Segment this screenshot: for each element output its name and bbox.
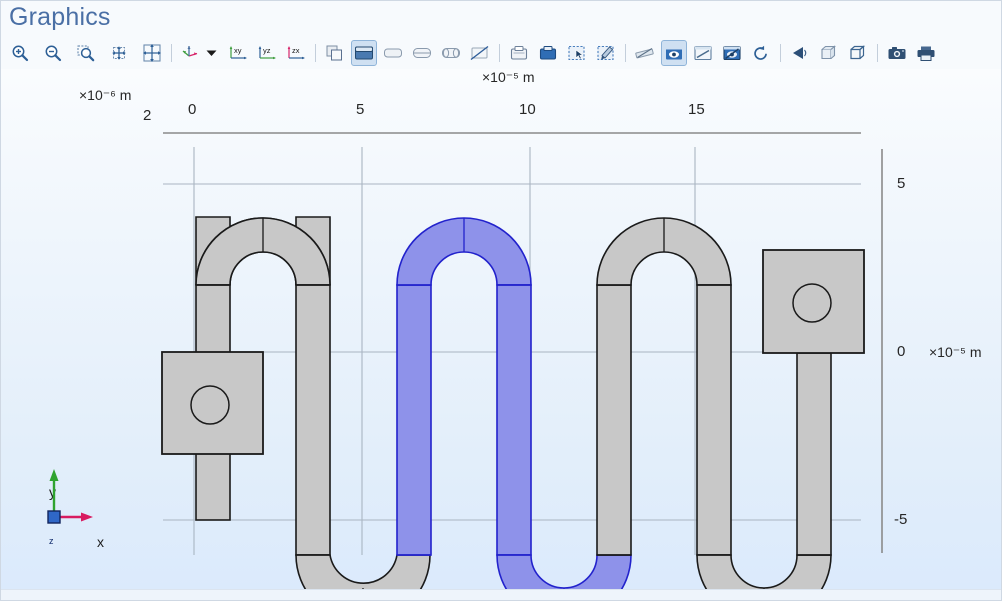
zoom-in-button[interactable] bbox=[7, 40, 33, 66]
toolbar-separator bbox=[315, 44, 316, 62]
image-snapshot-button[interactable] bbox=[884, 40, 910, 66]
transparency-button[interactable] bbox=[322, 40, 348, 66]
transparency-icon bbox=[326, 45, 342, 61]
outlet-pad[interactable] bbox=[762, 249, 865, 354]
zoom-extents-icon bbox=[112, 46, 126, 60]
bend-bottom-2-group[interactable] bbox=[496, 554, 632, 589]
serpentine-geometry[interactable] bbox=[161, 216, 865, 589]
zoom-in-icon bbox=[12, 45, 29, 62]
view-unhide-all-icon bbox=[723, 45, 741, 61]
zoom-box-button[interactable] bbox=[73, 40, 99, 66]
outlet-pad-group[interactable] bbox=[762, 249, 865, 354]
perspective-projection-icon bbox=[442, 48, 460, 58]
bounding-box-icon bbox=[850, 45, 866, 60]
bend-bottom-3-arc[interactable] bbox=[696, 554, 832, 589]
svg-text:zx: zx bbox=[292, 46, 300, 55]
toolbar-separator bbox=[780, 44, 781, 62]
zoom-out-icon bbox=[45, 45, 62, 62]
camera-icon bbox=[888, 47, 906, 59]
hide-geometry-button[interactable] bbox=[467, 40, 493, 66]
axes-triad-icon bbox=[182, 46, 198, 57]
zoom-extents-button[interactable] bbox=[106, 40, 132, 66]
view-xy-icon: xy bbox=[229, 46, 247, 60]
reset-hiding-button[interactable] bbox=[748, 40, 774, 66]
measure-icon bbox=[635, 48, 654, 59]
toolbar-separator bbox=[625, 44, 626, 62]
toolbar-separator bbox=[171, 44, 172, 62]
view-yz-button[interactable]: yz bbox=[254, 40, 280, 66]
toolbar-separator bbox=[499, 44, 500, 62]
view-yz-icon: yz bbox=[258, 46, 276, 60]
bend-bottom-2-arc-selected[interactable] bbox=[496, 554, 632, 589]
zoom-to-selection-icon bbox=[143, 44, 161, 62]
hide-geometry-icon bbox=[470, 45, 489, 61]
bend-top-3-group[interactable] bbox=[596, 217, 732, 286]
show-hidden-button[interactable] bbox=[661, 40, 687, 66]
zoom-box-icon bbox=[77, 45, 95, 62]
default-view-button[interactable] bbox=[178, 40, 204, 66]
graphics-plot-area[interactable]: ×10⁻⁶ m 2 ×10⁻⁵ m 0 5 10 15 5 0 -5 ×10⁻⁵… bbox=[1, 69, 1002, 589]
play-button[interactable] bbox=[787, 40, 813, 66]
orthographic-projection-button[interactable] bbox=[409, 40, 435, 66]
bend-top-2-group[interactable] bbox=[396, 217, 532, 286]
scene-box-icon bbox=[821, 45, 836, 60]
scene-light-button[interactable] bbox=[380, 40, 406, 66]
view-zx-button[interactable]: zx bbox=[283, 40, 309, 66]
inlet-pad-group[interactable] bbox=[161, 351, 264, 455]
view-zx-icon: zx bbox=[287, 46, 305, 60]
page-title: Graphics bbox=[9, 3, 111, 31]
leg-7-outlet-stem[interactable] bbox=[796, 352, 832, 556]
view-dropdown-button[interactable] bbox=[204, 40, 218, 66]
axes-triad bbox=[47, 469, 93, 524]
wireframe-rendering-button[interactable] bbox=[351, 40, 377, 66]
select-all-button[interactable] bbox=[506, 40, 532, 66]
print-button[interactable] bbox=[913, 40, 939, 66]
hide-selected-icon bbox=[694, 45, 712, 61]
show-hidden-icon bbox=[666, 46, 682, 60]
leg-5[interactable] bbox=[596, 284, 632, 556]
select-box-icon bbox=[568, 45, 585, 61]
leg-2[interactable] bbox=[295, 284, 331, 556]
clear-selection-icon bbox=[597, 45, 614, 61]
graphics-title-bar: Graphics bbox=[1, 1, 1001, 37]
zoom-out-button[interactable] bbox=[40, 40, 66, 66]
view-unhide-all-button[interactable] bbox=[719, 40, 745, 66]
bend-bottom-3-group[interactable] bbox=[696, 554, 832, 589]
clear-selection-button[interactable] bbox=[593, 40, 619, 66]
wireframe-rendering-icon bbox=[355, 46, 373, 60]
play-left-icon bbox=[793, 47, 807, 59]
inlet-pad[interactable] bbox=[161, 351, 264, 455]
orthographic-projection-icon bbox=[413, 48, 431, 58]
reset-hiding-icon bbox=[754, 45, 767, 60]
select-all-icon bbox=[510, 46, 528, 60]
triad-z-marker bbox=[47, 510, 61, 524]
svg-text:yz: yz bbox=[263, 46, 271, 55]
perspective-projection-button[interactable] bbox=[438, 40, 464, 66]
zoom-to-selection-button[interactable] bbox=[139, 40, 165, 66]
bend-bottom-1-arc[interactable] bbox=[295, 554, 431, 589]
chevron-down-icon bbox=[206, 50, 216, 56]
scene-light-icon bbox=[384, 48, 402, 58]
view-xy-button[interactable]: xy bbox=[225, 40, 251, 66]
bounding-box-button[interactable] bbox=[845, 40, 871, 66]
toolbar-separator bbox=[877, 44, 878, 62]
graphics-window: Graphics xy yz zx ×10⁻⁶ m 2 ×10⁻⁵ m 0 5 … bbox=[0, 0, 1002, 601]
paste-selection-button[interactable] bbox=[535, 40, 561, 66]
geometry-canvas[interactable] bbox=[1, 69, 1002, 589]
select-box-button[interactable] bbox=[564, 40, 590, 66]
bend-bottom-1-group[interactable] bbox=[295, 554, 431, 589]
hide-selected-button[interactable] bbox=[690, 40, 716, 66]
triad-y-arrowhead bbox=[49, 469, 59, 481]
graphics-toolbar: xy yz zx bbox=[1, 37, 1001, 69]
svg-text:xy: xy bbox=[234, 46, 242, 55]
printer-icon bbox=[917, 46, 935, 61]
paste-selection-icon bbox=[539, 46, 557, 60]
status-bar bbox=[1, 589, 1001, 600]
leg-3-selected[interactable] bbox=[396, 284, 432, 556]
leg-4-selected[interactable] bbox=[496, 284, 532, 556]
triad-x-arrowhead bbox=[81, 512, 93, 522]
scene-box-button[interactable] bbox=[816, 40, 842, 66]
measure-button[interactable] bbox=[632, 40, 658, 66]
leg-6[interactable] bbox=[696, 284, 732, 556]
